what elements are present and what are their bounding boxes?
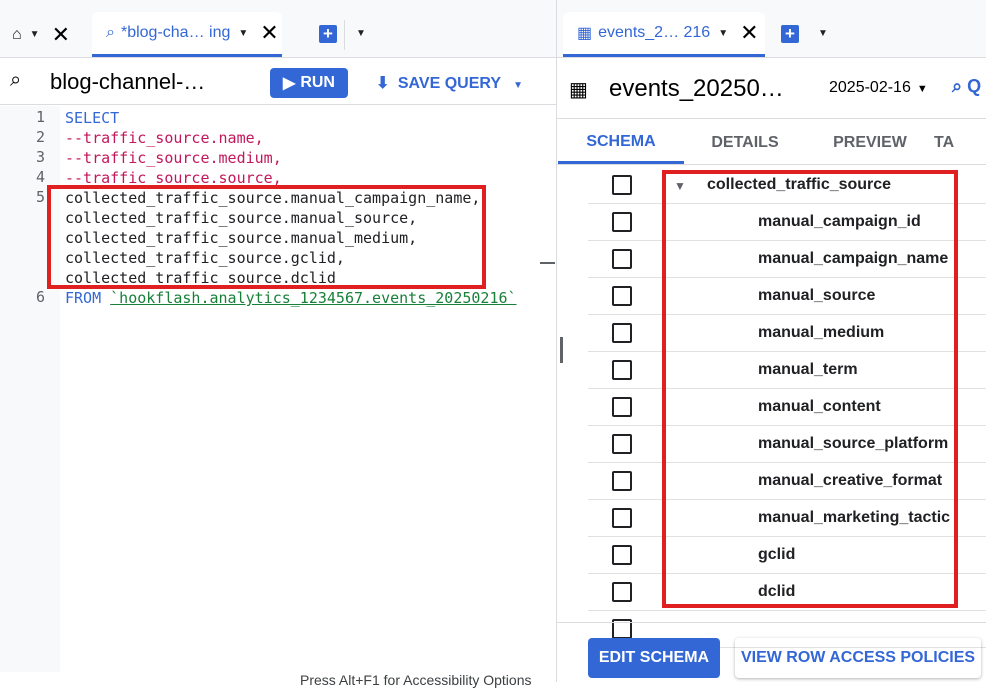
- divider: [557, 164, 986, 165]
- view-row-access-policies-button[interactable]: VIEW ROW ACCESS POLICIES: [735, 638, 981, 678]
- row-checkbox[interactable]: [612, 175, 632, 195]
- query-icon: ⌕: [106, 24, 115, 41]
- tab-ta[interactable]: TA: [934, 122, 986, 164]
- row-checkbox[interactable]: [612, 508, 632, 528]
- code-token: --traffic_source.name,: [65, 129, 264, 147]
- query-label: Q: [967, 76, 982, 96]
- date-select[interactable]: 2025-02-16 ▼: [829, 79, 928, 97]
- close-icon[interactable]: ✕: [52, 22, 70, 48]
- table-title: events_20250…: [609, 75, 784, 102]
- code-token: `hookflash.analytics_1234567.events_2025…: [110, 289, 517, 307]
- new-tab-button[interactable]: +: [319, 25, 337, 43]
- code-token: --traffic_source.medium,: [65, 149, 282, 167]
- row-checkbox[interactable]: [612, 360, 632, 380]
- divider: [344, 20, 345, 50]
- table-header: ▦ events_20250… 2025-02-16 ▼ ⌕ Q: [557, 59, 986, 119]
- accessibility-hint: Press Alt+F1 for Accessibility Options: [300, 672, 532, 688]
- highlight-box: [47, 185, 486, 289]
- row-checkbox[interactable]: [612, 397, 632, 417]
- edit-schema-button[interactable]: EDIT SCHEMA: [588, 638, 720, 678]
- row-checkbox[interactable]: [612, 471, 632, 491]
- tab-schema[interactable]: SCHEMA: [558, 122, 684, 164]
- row-checkbox[interactable]: [612, 212, 632, 232]
- code-line: --traffic_source.medium,: [65, 148, 282, 168]
- row-checkbox[interactable]: [612, 545, 632, 565]
- new-tab-button[interactable]: +: [781, 25, 799, 43]
- line-number: 1: [35, 108, 45, 126]
- right-tab-bar: ▦ events_2… 216 ▼ ✕ + ▼: [557, 0, 986, 58]
- row-checkbox[interactable]: [612, 582, 632, 602]
- chevron-down-icon[interactable]: ▼: [30, 29, 40, 40]
- chevron-down-icon: ▼: [916, 83, 928, 95]
- tab-menu-chevron-icon[interactable]: ▼: [818, 28, 828, 39]
- save-icon: ⬇: [376, 75, 390, 92]
- play-icon: ▶: [283, 75, 296, 92]
- chevron-down-icon[interactable]: ▼: [718, 28, 728, 39]
- code-line: SELECT: [65, 108, 119, 128]
- tab-table[interactable]: ▦ events_2… 216 ▼ ✕: [563, 12, 765, 57]
- row-checkbox[interactable]: [612, 323, 632, 343]
- run-label: RUN: [300, 74, 335, 91]
- query-title: blog-channel-…: [50, 69, 206, 94]
- tab-details[interactable]: DETAILS: [684, 122, 806, 164]
- code-token: FROM: [65, 289, 111, 307]
- scroll-marker: [540, 262, 555, 264]
- tab-label: events_2… 216: [598, 24, 711, 41]
- line-number: 4: [35, 168, 45, 186]
- tab-label: *blog-cha… ing: [120, 24, 231, 41]
- tab-query[interactable]: ⌕ *blog-cha… ing ▼ ✕: [92, 12, 282, 57]
- row-checkbox[interactable]: [612, 434, 632, 454]
- code-line: FROM `hookflash.analytics_1234567.events…: [65, 288, 517, 308]
- home-icon: ⌂: [12, 25, 22, 43]
- date-value: 2025-02-16: [829, 79, 911, 96]
- query-icon: ⌕: [10, 69, 22, 91]
- chevron-down-icon[interactable]: ▼: [238, 28, 248, 39]
- row-checkbox[interactable]: [612, 249, 632, 269]
- chevron-down-icon: ▼: [513, 80, 524, 91]
- run-button[interactable]: ▶ RUN: [270, 68, 348, 98]
- code-token: SELECT: [65, 109, 120, 127]
- policies-label: VIEW ROW ACCESS POLICIES: [740, 649, 976, 666]
- row-checkbox[interactable]: [612, 286, 632, 306]
- edit-schema-label: EDIT SCHEMA: [598, 649, 710, 666]
- highlight-box: [662, 170, 958, 608]
- query-button[interactable]: ⌕ Q: [952, 76, 981, 97]
- divider: [557, 622, 986, 623]
- code-line: --traffic_source.name,: [65, 128, 264, 148]
- table-icon: ▦: [569, 79, 588, 101]
- tab-preview[interactable]: PREVIEW: [808, 122, 932, 164]
- line-number: 2: [35, 128, 45, 146]
- table-icon: ▦: [577, 25, 593, 42]
- resize-handle[interactable]: [560, 337, 563, 363]
- search-icon: ⌕: [952, 76, 963, 96]
- query-toolbar: ⌕ blog-channel-… ▶ RUN ⬇ SAVE QUERY ▼: [0, 59, 556, 105]
- home-tab[interactable]: ⌂ ▼ ✕: [12, 12, 70, 57]
- save-label: SAVE QUERY: [397, 75, 501, 92]
- close-icon[interactable]: ✕: [260, 20, 278, 46]
- close-icon[interactable]: ✕: [740, 20, 758, 46]
- left-tab-bar: ⌂ ▼ ✕ ⌕ *blog-cha… ing ▼ ✕ + ▼: [0, 0, 556, 58]
- line-number: 3: [35, 148, 45, 166]
- line-number: 5: [35, 188, 45, 206]
- line-number: 6: [35, 288, 45, 306]
- tab-menu-chevron-icon[interactable]: ▼: [356, 28, 366, 39]
- save-query-button[interactable]: ⬇ SAVE QUERY ▼: [376, 73, 523, 93]
